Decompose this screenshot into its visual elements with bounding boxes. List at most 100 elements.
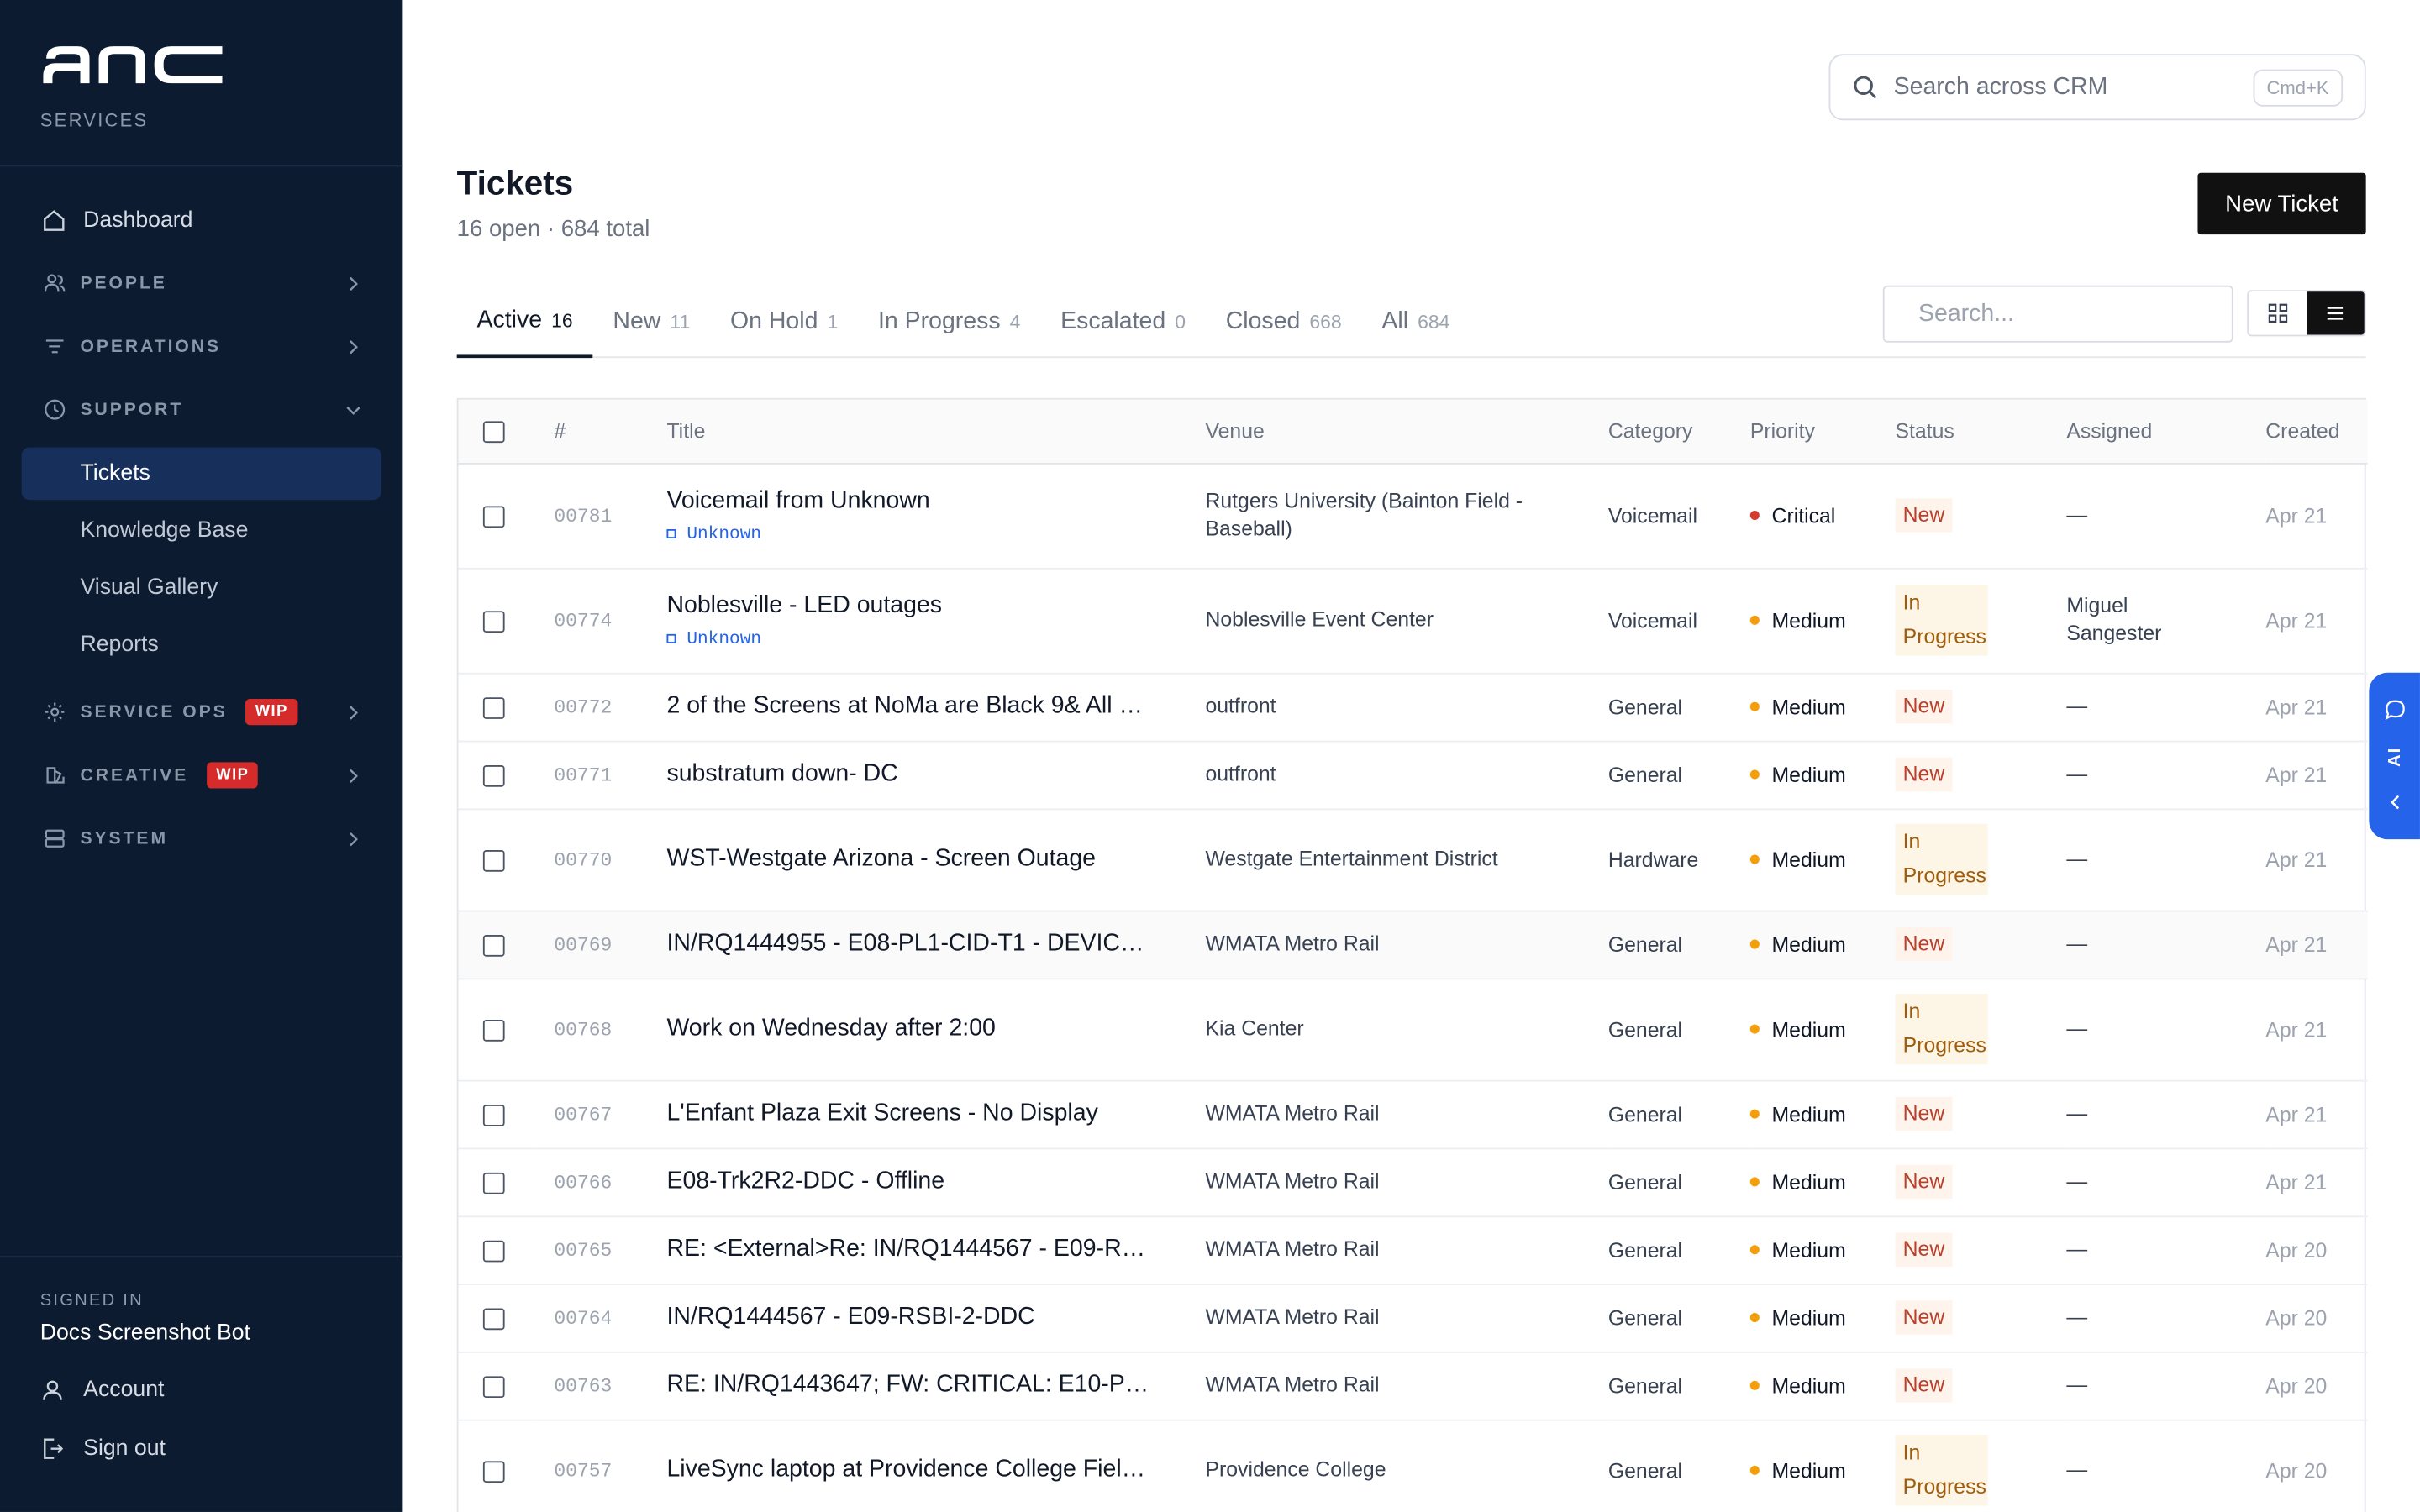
column-header-category[interactable]: Category (1607, 399, 1750, 464)
ticket-title-cell[interactable]: Noblesville - LED outages Unknown (666, 567, 1206, 674)
tab-all[interactable]: All 684 (1362, 287, 1470, 358)
column-header-title[interactable]: Title (666, 399, 1206, 464)
row-checkbox[interactable] (482, 1375, 505, 1398)
ticket-title-cell[interactable]: E08-Trk2R2-DDC - Offline (666, 1147, 1206, 1217)
row-checkbox[interactable] (482, 764, 505, 787)
sidebar-item-visual-gallery[interactable]: Visual Gallery (22, 562, 381, 614)
ticket-title[interactable]: Work on Wednesday after 2:00 (666, 1016, 1154, 1043)
row-select-cell (458, 567, 536, 674)
ticket-priority: Medium (1771, 608, 1846, 633)
table-row[interactable]: 00774 Noblesville - LED outages Unknown Nob… (458, 567, 2368, 674)
ticket-title-cell[interactable]: Voicemail from Unknown Unknown (666, 463, 1206, 569)
row-checkbox[interactable] (482, 1240, 505, 1262)
chevron-right-icon (345, 766, 363, 785)
assignee: — (2066, 1305, 2088, 1329)
table-row[interactable]: 00765 RE: <External>Re: IN/RQ1444567 - E0… (458, 1215, 2368, 1285)
tab-closed[interactable]: Closed 668 (1206, 287, 1362, 358)
ticket-title[interactable]: Noblesville - LED outages (666, 591, 1154, 619)
ticket-search[interactable] (1882, 285, 2233, 343)
column-header-venue[interactable]: Venue (1205, 399, 1608, 464)
row-checkbox[interactable] (482, 505, 505, 528)
column-header-created[interactable]: Created (2265, 399, 2368, 464)
ticket-title[interactable]: IN/RQ1444955 - E08-PL1-CID-T1 - DEVIC… (666, 931, 1154, 958)
ticket-title[interactable]: L'Enfant Plaza Exit Screens - No Display (666, 1100, 1154, 1128)
sidebar-item-dashboard[interactable]: Dashboard (0, 194, 402, 245)
column-header-assigned[interactable]: Assigned (2066, 399, 2266, 464)
table-row[interactable]: 00772 2 of the Screens at NoMa are Black … (458, 672, 2368, 742)
row-checkbox[interactable] (482, 696, 505, 719)
sidebar-group-operations[interactable]: OPERATIONS (0, 321, 402, 372)
sidebar-item-reports[interactable]: Reports (22, 619, 381, 671)
table-row[interactable]: 00766 E08-Trk2R2-DDC - Offline WMATA Metro… (458, 1147, 2368, 1217)
sidebar-group-support[interactable]: SUPPORT (0, 384, 402, 435)
sidebar-item-tickets[interactable]: Tickets (21, 447, 381, 501)
ticket-title[interactable]: substratum down- DC (666, 760, 1154, 788)
row-checkbox[interactable] (482, 934, 505, 957)
sidebar-item-knowledge-base[interactable]: Knowledge Base (22, 505, 381, 557)
grid-view-button[interactable] (2249, 291, 2307, 335)
row-checkbox[interactable] (482, 610, 505, 633)
ticket-search-input[interactable] (1918, 300, 2228, 328)
sidebar-group-service-ops[interactable]: SERVICE OPS WIP (0, 686, 402, 738)
row-checkbox[interactable] (482, 1308, 505, 1330)
row-checkbox[interactable] (482, 849, 505, 872)
table-row[interactable]: 00767 L'Enfant Plaza Exit Screens - No Di… (458, 1079, 2368, 1149)
sidebar-group-people[interactable]: PEOPLE (0, 258, 402, 309)
table-row[interactable]: 00781 Voicemail from Unknown Unknown Rutger… (458, 463, 2368, 569)
ticket-title[interactable]: E08-Trk2R2-DDC - Offline (666, 1168, 1154, 1195)
column-header-number[interactable]: # (535, 399, 667, 464)
table-row[interactable]: 00757 LiveSync laptop at Providence Colle… (458, 1419, 2368, 1512)
page-subtitle: 16 open · 684 total (456, 216, 650, 243)
ticket-title[interactable]: 2 of the Screens at NoMa are Black 9& Al… (666, 693, 1154, 721)
table-row[interactable]: 00768 Work on Wednesday after 2:00 Kia Cen… (458, 978, 2368, 1081)
column-header-status[interactable]: Status (1895, 399, 2067, 464)
list-view-button[interactable] (2306, 291, 2365, 335)
row-checkbox[interactable] (482, 1019, 505, 1042)
column-header-priority[interactable]: Priority (1749, 399, 1896, 464)
ticket-title-cell[interactable]: IN/RQ1444567 - E09-RSBI-2-DDC (666, 1284, 1206, 1352)
table-row[interactable]: 00764 IN/RQ1444567 - E09-RSBI-2-DDC WMATA … (458, 1284, 2368, 1352)
account-link[interactable]: Account (40, 1376, 363, 1404)
ticket-priority-cell: Medium (1749, 1351, 1896, 1420)
table-row[interactable]: 00771 substratum down- DC outfront General M… (458, 740, 2368, 810)
ticket-title-cell[interactable]: IN/RQ1444955 - E08-PL1-CID-T1 - DEVIC… (666, 910, 1206, 979)
global-search[interactable]: Cmd+K (1828, 54, 2366, 121)
tab-escalated[interactable]: Escalated 0 (1040, 287, 1206, 358)
row-checkbox[interactable] (482, 1104, 505, 1126)
ticket-title[interactable]: RE: IN/RQ1443647; FW: CRITICAL: E10-P… (666, 1372, 1154, 1399)
ticket-title-cell[interactable]: 2 of the Screens at NoMa are Black 9& Al… (666, 672, 1206, 742)
tab-new[interactable]: New 11 (593, 287, 711, 358)
ticket-title[interactable]: WST-Westgate Arizona - Screen Outage (666, 846, 1154, 874)
ai-assistant-tab[interactable]: AI (2369, 672, 2420, 840)
ticket-title-cell[interactable]: substratum down- DC (666, 740, 1206, 810)
brand-subtitle: SERVICES (39, 109, 149, 132)
ticket-title-cell[interactable]: LiveSync laptop at Providence College Fi… (666, 1419, 1206, 1512)
ticket-title-cell[interactable]: L'Enfant Plaza Exit Screens - No Display (666, 1079, 1206, 1149)
ticket-title[interactable]: LiveSync laptop at Providence College Fi… (666, 1457, 1154, 1484)
sidebar-group-creative[interactable]: CREATIVE WIP (0, 750, 402, 801)
table-row[interactable]: 00763 RE: IN/RQ1443647; FW: CRITICAL: E10… (458, 1351, 2368, 1420)
table-row[interactable]: 00770 WST-Westgate Arizona - Screen Outag… (458, 808, 2368, 911)
table-row[interactable]: 00769 IN/RQ1444955 - E08-PL1-CID-T1 - DEV… (458, 910, 2368, 979)
tab-on-hold[interactable]: On Hold 1 (710, 287, 858, 358)
tab-in-progress[interactable]: In Progress 4 (858, 287, 1040, 358)
ticket-title-cell[interactable]: RE: <External>Re: IN/RQ1444567 - E09-R… (666, 1215, 1206, 1285)
row-checkbox[interactable] (482, 1460, 505, 1483)
ticket-title-cell[interactable]: WST-Westgate Arizona - Screen Outage (666, 808, 1206, 911)
tab-active[interactable]: Active 16 (456, 287, 593, 359)
assignee: — (2066, 694, 2088, 718)
sign-out-link[interactable]: Sign out (40, 1435, 363, 1462)
operations-icon (40, 333, 68, 360)
ticket-title-cell[interactable]: RE: IN/RQ1443647; FW: CRITICAL: E10-P… (666, 1351, 1206, 1420)
ticket-title[interactable]: IN/RQ1444567 - E09-RSBI-2-DDC (666, 1304, 1154, 1331)
new-ticket-button[interactable]: New Ticket (2197, 172, 2366, 235)
ticket-title[interactable]: Voicemail from Unknown (666, 486, 1154, 514)
select-all-checkbox[interactable] (482, 421, 505, 444)
global-search-input[interactable] (1893, 73, 2253, 102)
row-checkbox[interactable] (482, 1172, 505, 1194)
sidebar-group-system[interactable]: SYSTEM (0, 813, 402, 864)
square-icon (666, 528, 676, 539)
status-badge: New (1895, 1232, 1953, 1268)
ticket-title-cell[interactable]: Work on Wednesday after 2:00 (666, 978, 1206, 1081)
ticket-title[interactable]: RE: <External>Re: IN/RQ1444567 - E09-R… (666, 1236, 1154, 1263)
